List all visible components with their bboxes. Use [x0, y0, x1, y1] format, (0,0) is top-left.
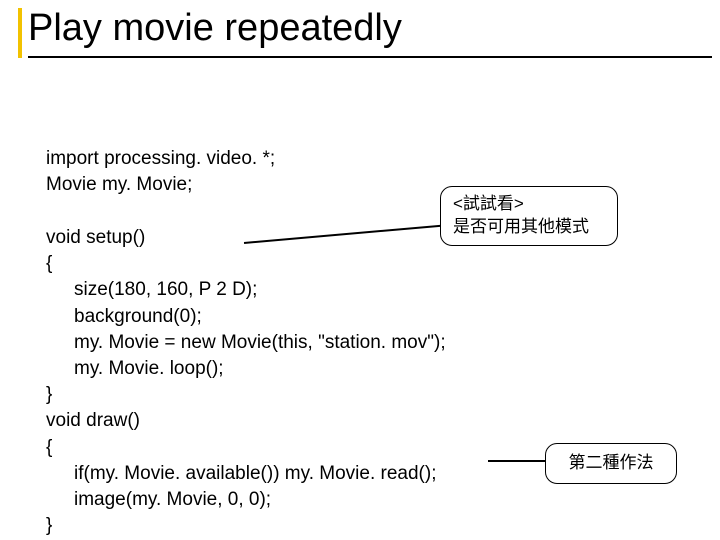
code-line: background(0); — [46, 306, 202, 327]
callout-try: <試試看> 是否可用其他模式 — [440, 186, 618, 246]
code-line: } — [46, 384, 52, 405]
callout-line: <試試看> — [453, 193, 605, 216]
code-line: my. Movie. loop(); — [46, 358, 224, 379]
code-line: { — [46, 253, 52, 274]
callout-line: 是否可用其他模式 — [453, 216, 605, 239]
code-line: import processing. video. *; — [46, 148, 275, 169]
code-line: size(180, 160, P 2 D); — [46, 279, 257, 300]
slide-title: Play movie repeatedly — [28, 8, 712, 58]
code-line: Movie my. Movie; — [46, 174, 192, 195]
code-line: { — [46, 437, 52, 458]
code-line — [46, 201, 51, 222]
code-line: void draw() — [46, 410, 140, 431]
code-line: if(my. Movie. available()) my. Movie. re… — [46, 463, 436, 484]
callout-line: 第二種作法 — [569, 453, 654, 472]
code-line: my. Movie = new Movie(this, "station. mo… — [46, 332, 446, 353]
code-line: image(my. Movie, 0, 0); — [46, 489, 271, 510]
code-line: void setup() — [46, 227, 145, 248]
code-block: import processing. video. *; Movie my. M… — [46, 120, 446, 540]
title-block: Play movie repeatedly — [18, 8, 712, 58]
code-line: } — [46, 515, 52, 536]
slide: Play movie repeatedly import processing.… — [0, 0, 720, 540]
callout-alt-method: 第二種作法 — [545, 443, 677, 484]
connector-line — [488, 460, 546, 462]
